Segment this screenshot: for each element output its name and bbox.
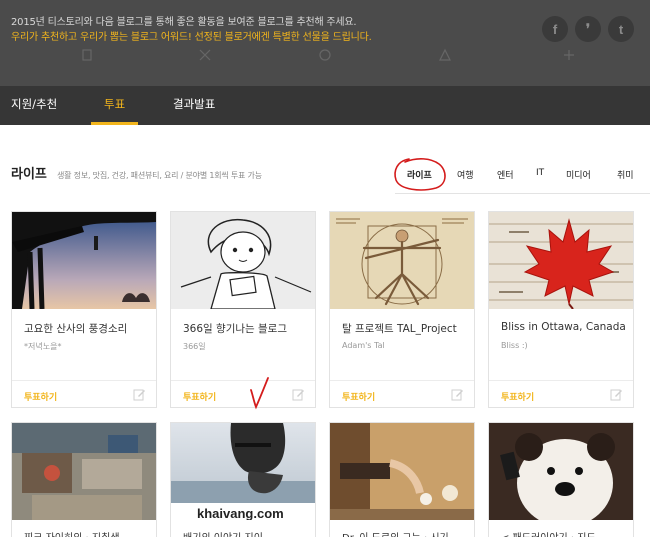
bg-pattern-icon bbox=[319, 49, 331, 61]
blog-thumbnail bbox=[171, 212, 315, 309]
handdrawn-circle-annotation bbox=[394, 158, 446, 191]
blog-title[interactable]: 찌크 자이히의 · 지취생 bbox=[24, 529, 120, 537]
tab-vote[interactable]: 투표 bbox=[104, 86, 125, 125]
blog-thumbnail bbox=[330, 423, 474, 520]
category-it[interactable]: IT bbox=[536, 168, 544, 178]
category-media[interactable]: 미디어 bbox=[566, 168, 591, 181]
card-divider bbox=[171, 380, 315, 381]
bg-pattern-icon bbox=[82, 49, 92, 61]
card-divider bbox=[12, 380, 156, 381]
blog-thumbnail bbox=[489, 212, 633, 309]
bg-pattern-icon bbox=[199, 49, 211, 61]
blog-title[interactable]: 366일 향기나는 블로그 bbox=[183, 321, 287, 336]
blog-card[interactable]: < 패드러이야기 · 지드 bbox=[488, 422, 634, 537]
blog-card[interactable]: khaivang.com 배기의 이야기 지이 bbox=[170, 422, 316, 537]
active-tab-indicator bbox=[91, 122, 138, 125]
vote-button[interactable]: 투표하기 bbox=[342, 390, 375, 403]
blog-author: Bliss :) bbox=[501, 341, 528, 350]
vote-button[interactable]: 투표하기 bbox=[183, 390, 216, 403]
handdrawn-check-annotation bbox=[250, 377, 269, 410]
blog-thumbnail bbox=[12, 423, 156, 520]
blog-card[interactable]: 탈 프로젝트 TAL_Project Adam's Tal 투표하기 bbox=[329, 211, 475, 408]
blog-card[interactable]: Bliss in Ottawa, Canada Bliss :) 투표하기 bbox=[488, 211, 634, 408]
banner-background-pattern bbox=[0, 48, 650, 64]
blog-title[interactable]: 탈 프로젝트 TAL_Project bbox=[342, 321, 457, 336]
edit-icon[interactable] bbox=[133, 388, 146, 401]
blog-title[interactable]: 고요한 산사의 풍경소리 bbox=[24, 321, 127, 336]
category-travel[interactable]: 여행 bbox=[457, 168, 474, 181]
blog-thumbnail bbox=[12, 212, 156, 309]
blog-title[interactable]: Bliss in Ottawa, Canada bbox=[501, 321, 626, 333]
main-nav: 지원/추천 투표 결과발표 bbox=[0, 86, 650, 125]
blog-card[interactable]: Dr. 이 도로의 그는 · 시기 bbox=[329, 422, 475, 537]
section-title: 라이프 bbox=[11, 167, 47, 182]
blog-thumbnail bbox=[330, 212, 474, 309]
category-entertainment[interactable]: 엔터 bbox=[497, 168, 514, 181]
tab-results[interactable]: 결과발표 bbox=[173, 86, 215, 125]
bg-pattern-icon bbox=[564, 50, 574, 60]
blog-card[interactable]: 고요한 산사의 풍경소리 *저녁노을* 투표하기 bbox=[11, 211, 157, 408]
blog-author: 366일 bbox=[183, 342, 206, 351]
card-divider bbox=[330, 380, 474, 381]
edit-icon[interactable] bbox=[292, 388, 305, 401]
blog-card[interactable]: 찌크 자이히의 · 지취생 bbox=[11, 422, 157, 537]
blog-thumbnail: khaivang.com bbox=[171, 423, 315, 520]
blog-author: *저녁노을* bbox=[24, 342, 62, 351]
blog-title[interactable]: Dr. 이 도로의 그는 · 시기 bbox=[342, 529, 449, 537]
blog-author: Adam's Tal bbox=[342, 341, 385, 350]
top-banner: 2015년 티스토리와 다음 블로그를 통해 좋은 활동을 보여준 블로그를 추… bbox=[0, 0, 650, 86]
edit-icon[interactable] bbox=[451, 388, 464, 401]
blog-title[interactable]: < 패드러이야기 · 지드 bbox=[501, 529, 596, 537]
card-divider bbox=[489, 380, 633, 381]
tab-apply-recommend[interactable]: 지원/추천 bbox=[11, 86, 57, 125]
vote-button[interactable]: 투표하기 bbox=[501, 390, 534, 403]
kakaostory-icon[interactable]: ❜ bbox=[575, 16, 601, 42]
vote-button[interactable]: 투표하기 bbox=[24, 390, 57, 403]
twitter-icon[interactable]: t bbox=[608, 16, 634, 42]
banner-intro-text: 2015년 티스토리와 다음 블로그를 통해 좋은 활동을 보여준 블로그를 추… bbox=[11, 17, 357, 28]
bg-pattern-icon bbox=[439, 48, 451, 61]
blog-title[interactable]: 배기의 이야기 지이 bbox=[183, 529, 263, 537]
thumbnail-watermark: khaivang.com bbox=[197, 506, 284, 520]
banner-highlight-text: 우리가 추천하고 우리가 뽑는 블로그 어워드! 선정된 블로거에겐 특별한 선… bbox=[11, 32, 372, 43]
edit-icon[interactable] bbox=[610, 388, 623, 401]
facebook-icon[interactable]: f bbox=[542, 16, 568, 42]
category-hobby[interactable]: 취미 bbox=[617, 168, 634, 181]
blog-thumbnail bbox=[489, 423, 633, 520]
blog-card[interactable]: 366일 향기나는 블로그 366일 투표하기 bbox=[170, 211, 316, 408]
section-description: 생활 정보, 맛집, 건강, 패션뷰티, 요리 / 분야별 1회씩 투표 가능 bbox=[57, 171, 262, 180]
